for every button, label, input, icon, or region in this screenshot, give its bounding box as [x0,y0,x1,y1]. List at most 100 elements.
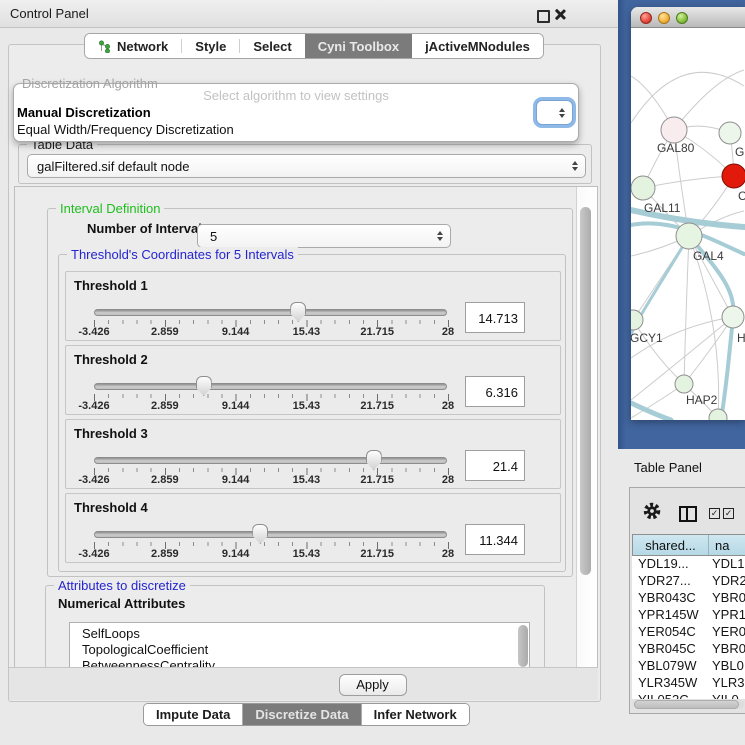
table-row[interactable]: YBR043CYBR0 [632,590,745,607]
table-data-combo-value: galFiltered.sif default node [28,159,189,174]
table-hscrollbar-thumb[interactable] [634,700,739,709]
attributes-group: Attributes to discretize Numerical Attri… [45,585,545,668]
table-data-combo[interactable]: galFiltered.sif default node [27,154,586,178]
cell: YPR1 [711,607,745,624]
network-node[interactable] [719,122,741,144]
threshold-3-slider-track[interactable] [94,457,447,464]
settings-scrollbar-thumb[interactable] [580,207,591,575]
threshold-2-value-field[interactable]: 6.316 [465,376,525,407]
cell: YDR2 [711,573,745,590]
table-row[interactable]: YER054CYER0 [632,624,745,641]
tick-label: 28 [442,548,454,560]
list-item[interactable]: TopologicalCoefficient [70,642,529,658]
table-row[interactable]: YPR145WYPR1 [632,607,745,624]
cell: YER054C [632,624,711,641]
threshold-2-slider-track[interactable] [94,383,447,390]
node-label: HAP2 [686,393,718,407]
tab-jactivemnodules-label: jActiveMNodules [425,39,530,54]
apply-button[interactable]: Apply [339,674,407,696]
network-node[interactable] [661,117,687,143]
tab-infer-network[interactable]: Infer Network [361,704,469,725]
table-hscrollbar-track[interactable] [633,700,744,709]
node-label: GAL11 [644,201,681,215]
threshold-4-slider-track[interactable] [94,531,447,538]
checkbox-icon[interactable]: ✓ [723,508,734,519]
algorithm-dropdown-popup: Select algorithm to view settings Manual… [13,83,579,142]
close-icon[interactable] [553,8,566,21]
cell: YIL0 [711,692,739,699]
tab-jactivemnodules[interactable]: jActiveMNodules [412,34,543,58]
number-of-intervals-label: Number of Intervals [87,221,209,236]
numerical-attributes-list[interactable]: SelfLoops TopologicalCoefficient Between… [69,622,530,668]
tab-impute-data[interactable]: Impute Data [144,704,242,725]
column-view-icon[interactable] [679,506,697,522]
threshold-1-slider-track[interactable] [94,309,447,316]
threshold-3-slider-thumb[interactable] [366,450,382,470]
tab-select[interactable]: Select [240,34,304,58]
node-label: G. [735,145,745,159]
network-node[interactable] [631,176,655,200]
network-canvas[interactable]: GAL80 G. C GAL11 GAL4 GCY1 H HAP2 [631,28,745,420]
node-label: H [737,331,745,345]
tick-label: 28 [442,474,454,486]
network-node[interactable] [722,306,744,328]
threshold-1-slider-thumb[interactable] [290,302,306,322]
bottom-tab-bar: Impute Data Discretize Data Infer Networ… [143,703,470,726]
table-row[interactable]: YIL052CYIL0 [632,692,745,699]
zoom-traffic-light-icon[interactable] [676,12,688,24]
float-window-icon[interactable] [537,10,550,23]
thresholds-group: Threshold's Coordinates for 5 Intervals … [58,254,566,572]
top-tab-bar: Network Style Select Cyni Toolbox jActiv… [84,33,544,59]
table-row[interactable]: YDL19...YDL1 [632,556,745,573]
threshold-4-value-field[interactable]: 11.344 [465,524,525,555]
tab-cyni-toolbox-label: Cyni Toolbox [318,39,399,54]
tick-label: 9.144 [222,400,250,412]
network-view-window: GAL80 G. C GAL11 GAL4 GCY1 H HAP2 [631,7,745,420]
tab-network[interactable]: Network [85,34,181,58]
table-row[interactable]: YDR27...YDR2 [632,573,745,590]
threshold-1-value-field[interactable]: 14.713 [465,302,525,333]
cell: YLR3 [711,675,745,692]
settings-scrollbar-track[interactable] [576,187,597,667]
column-header-shared-name[interactable]: shared... [633,535,709,555]
tick-label: 2.859 [151,400,179,412]
gear-icon[interactable] [643,502,661,525]
tab-discretize-data[interactable]: Discretize Data [242,704,360,725]
combo-spinner-icon [559,108,565,118]
minimize-traffic-light-icon[interactable] [658,12,670,24]
cell: YBR0 [711,590,745,607]
algorithm-combo-focus-ring[interactable] [536,100,573,125]
network-node-selected[interactable] [722,164,745,188]
threshold-4-label: Threshold 4 [74,500,148,515]
network-node[interactable] [675,375,693,393]
threshold-4-slider-thumb[interactable] [252,524,268,544]
list-item[interactable]: SelfLoops [70,626,529,642]
threshold-3-value-field[interactable]: 21.4 [465,450,525,481]
tick-label: 21.715 [360,474,394,486]
threshold-2-slider-thumb[interactable] [196,376,212,396]
tab-network-label: Network [117,39,168,54]
tab-style[interactable]: Style [182,34,239,58]
table-row[interactable]: YLR345WYLR3 [632,675,745,692]
cell: YDL1 [711,556,745,573]
checkbox-icon[interactable]: ✓ [709,508,720,519]
app-root: Control Panel Network Style Select Cyni … [0,0,745,745]
network-node[interactable] [676,223,702,249]
tick-label: 15.43 [293,548,321,560]
column-header-name[interactable]: na [709,535,745,555]
algorithm-option-manual[interactable]: Manual Discretization [17,105,151,120]
table-row[interactable]: YBL079WYBL0 [632,658,745,675]
list-scrollbar[interactable] [518,625,528,667]
close-traffic-light-icon[interactable] [640,12,652,24]
number-of-intervals-combo[interactable]: 5 [197,224,451,248]
tick-label: 28 [442,326,454,338]
tab-cyni-toolbox[interactable]: Cyni Toolbox [305,34,412,58]
threshold-2-panel: Threshold 2 -3.426 2.859 9.144 15.43 21.… [65,345,561,415]
algorithm-option-equal-width[interactable]: Equal Width/Frequency Discretization [17,122,234,137]
table-panel-box: ✓ ✓ shared... na YDL19...YDL1 YDR27...YD… [629,487,745,714]
tick-label: 2.859 [151,474,179,486]
table-row[interactable]: YBR045CYBR0 [632,641,745,658]
slider-ticks [94,468,450,475]
network-window-titlebar[interactable] [631,7,745,28]
tick-label: 2.859 [151,548,179,560]
